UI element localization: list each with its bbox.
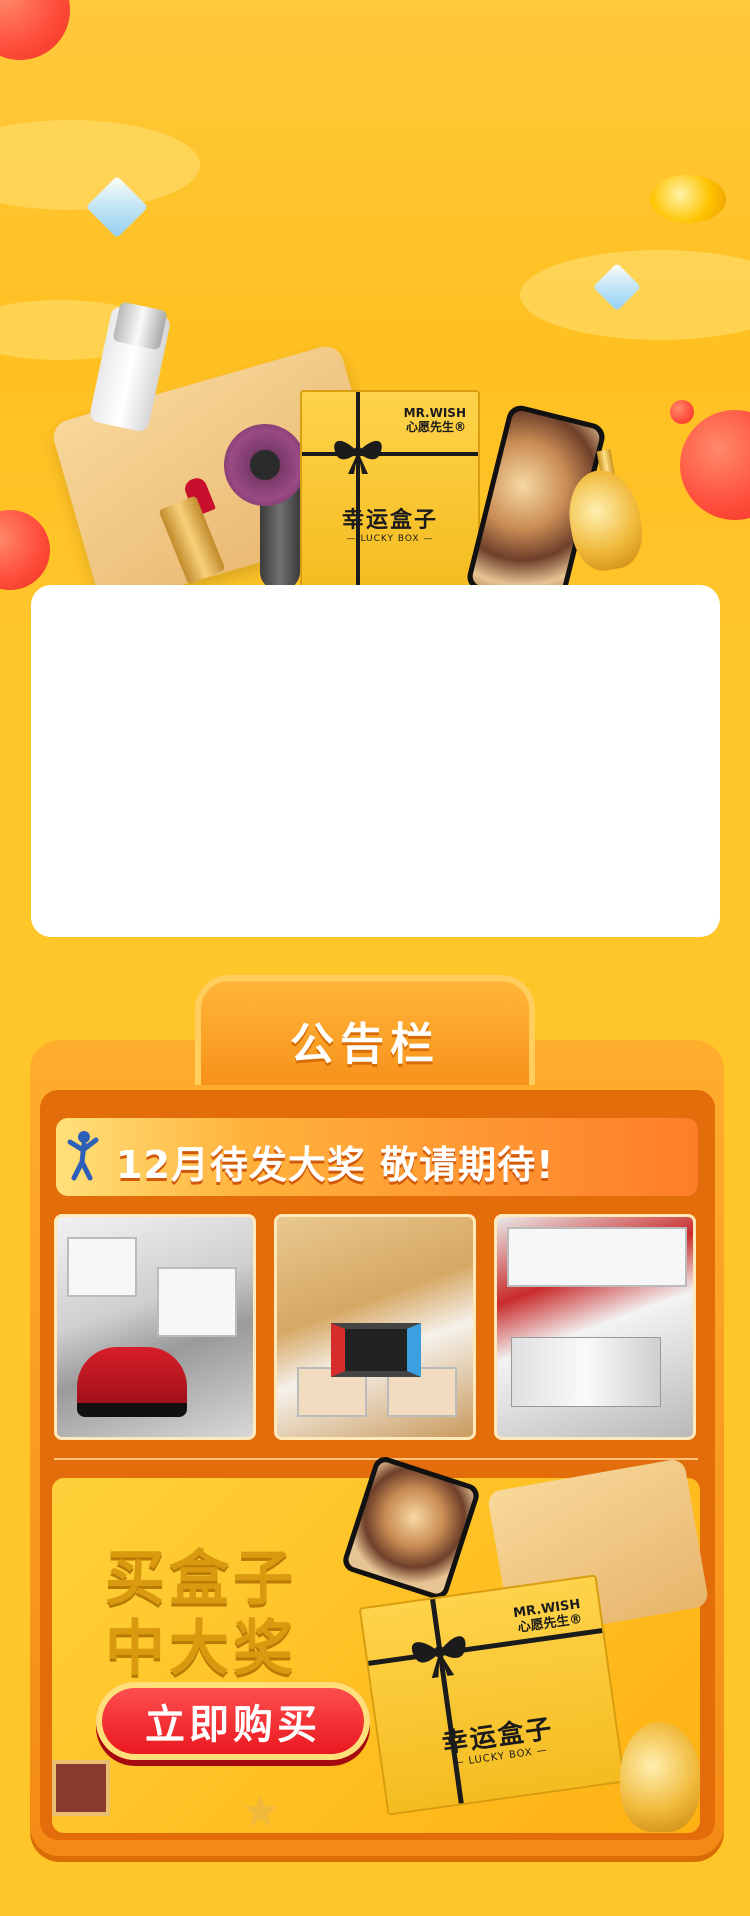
bow-icon [411, 1636, 466, 1679]
red-dot-decoration [670, 400, 694, 424]
box-brand: MR.WISH 心愿先生® [512, 1597, 583, 1636]
jumping-person-icon [67, 1131, 99, 1181]
game-console-icon [331, 1323, 421, 1377]
box-ribbon [356, 392, 360, 588]
sneaker-icon [77, 1347, 187, 1417]
laptop-icon [511, 1337, 661, 1407]
promo-headline-line2: 中大奖 [105, 1614, 297, 1684]
star-icon: ★ [240, 1784, 282, 1838]
phone-box [67, 1237, 137, 1297]
gift-box-icon [52, 1760, 110, 1816]
hair-dryer-product [224, 424, 306, 506]
box-ribbon [368, 1628, 603, 1666]
bow-icon [334, 440, 382, 474]
prize-photo-sneakers[interactable] [54, 1214, 256, 1440]
announcement-text: 12月待发大奖 敬请期待! [116, 1143, 555, 1187]
gift-box [507, 1227, 687, 1287]
hero-banner: MR.WISH 心愿先生® 幸运盒子 — LUCKY BOX — [0, 0, 750, 620]
lucky-box-product: MR.WISH 心愿先生® 幸运盒子 — LUCKY BOX — [358, 1574, 626, 1816]
perfume-product [620, 1722, 700, 1832]
box-title: 幸运盒子 [341, 508, 438, 533]
box-subtitle: — LUCKY BOX — [346, 534, 434, 544]
product-box [157, 1267, 237, 1337]
content-card [31, 585, 720, 937]
box-brand-cn: 心愿先生® [405, 420, 466, 434]
prize-photo-macbook[interactable] [494, 1214, 696, 1440]
box-ribbon [302, 452, 478, 456]
lucky-box-product: MR.WISH 心愿先生® 幸运盒子 — LUCKY BOX — [300, 390, 480, 590]
box-brand: MR.WISH 心愿先生® [404, 406, 466, 434]
red-ball-decoration [0, 510, 50, 590]
red-ball-decoration [680, 410, 750, 520]
prize-photo-switch[interactable] [274, 1214, 476, 1440]
box-brand-name: MR.WISH [403, 406, 466, 420]
cloud-decoration [520, 250, 750, 340]
gold-coin-icon [650, 175, 726, 223]
buy-now-button[interactable]: 立即购买 [96, 1682, 370, 1760]
red-ball-decoration [0, 0, 70, 60]
notice-board-title: 公告栏 [290, 1019, 440, 1070]
